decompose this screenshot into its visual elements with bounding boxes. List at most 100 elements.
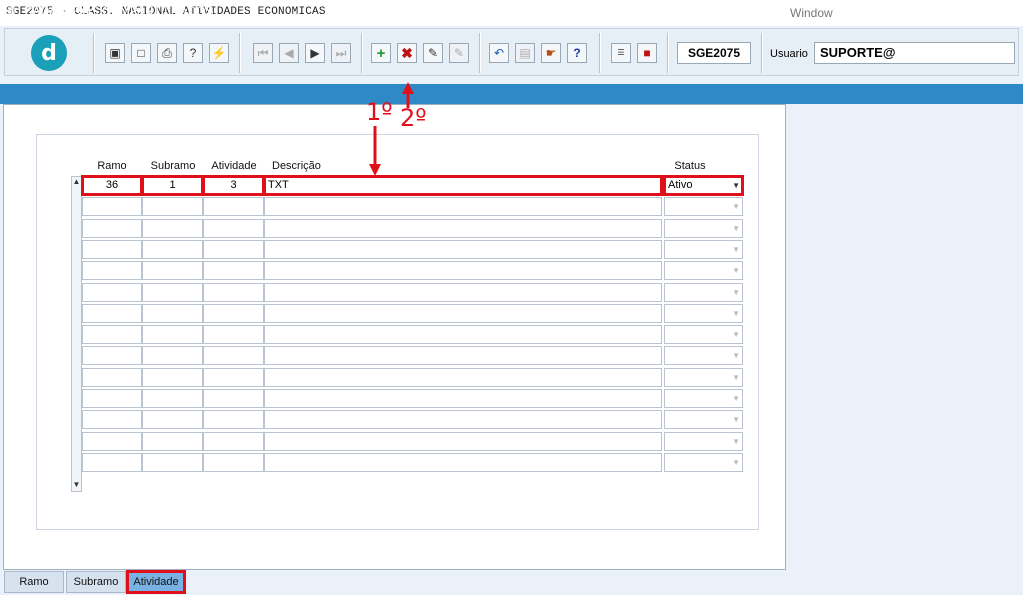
chevron-down-icon[interactable]: ▼	[732, 241, 740, 258]
chevron-down-icon[interactable]: ▼	[732, 220, 740, 237]
subramo-cell[interactable]	[142, 261, 203, 280]
descricao-cell[interactable]	[264, 261, 662, 280]
descricao-field[interactable]: TXT	[263, 175, 663, 196]
ramo-cell[interactable]	[82, 283, 142, 302]
chevron-down-icon[interactable]: ▼	[732, 369, 740, 386]
status-select[interactable]: Ativo ▼	[663, 175, 744, 196]
grid-scrollbar[interactable]	[71, 176, 82, 492]
menu-icon[interactable]: ☰	[611, 43, 631, 63]
descricao-cell[interactable]	[264, 219, 662, 238]
descricao-cell[interactable]	[264, 410, 662, 429]
chevron-down-icon[interactable]: ▼	[732, 177, 740, 194]
subramo-cell[interactable]	[142, 240, 203, 259]
status-cell[interactable]: ▼	[664, 346, 743, 365]
ramo-cell[interactable]	[82, 389, 142, 408]
atividade-cell[interactable]	[203, 261, 264, 280]
atividade-cell[interactable]	[203, 240, 264, 259]
descricao-cell[interactable]	[264, 197, 662, 216]
window-icon[interactable]: □	[131, 43, 151, 63]
status-cell[interactable]: ▼	[664, 304, 743, 323]
subramo-cell[interactable]	[142, 410, 203, 429]
chevron-down-icon[interactable]: ▼	[732, 284, 740, 301]
subramo-cell[interactable]	[142, 346, 203, 365]
atividade-field[interactable]: 3	[202, 175, 265, 196]
descricao-cell[interactable]	[264, 240, 662, 259]
chevron-down-icon[interactable]: ▼	[732, 433, 740, 450]
ramo-cell[interactable]	[82, 261, 142, 280]
atividade-cell[interactable]	[203, 432, 264, 451]
delete-record-icon[interactable]: ✖	[397, 43, 417, 63]
chevron-down-icon[interactable]: ▼	[732, 326, 740, 343]
status-cell[interactable]: ▼	[664, 368, 743, 387]
atividade-cell[interactable]	[203, 453, 264, 472]
tab-ramo[interactable]: Ramo	[4, 571, 64, 593]
descricao-cell[interactable]	[264, 389, 662, 408]
edit-icon[interactable]: ☛	[541, 43, 561, 63]
insert-record-icon[interactable]: +	[371, 43, 391, 63]
query-icon[interactable]: ?	[183, 43, 203, 63]
status-cell[interactable]: ▼	[664, 453, 743, 472]
ramo-field[interactable]: 36	[81, 175, 143, 196]
scroll-down-icon[interactable]: ▼	[71, 480, 82, 489]
next-record-icon[interactable]: ▶	[305, 43, 325, 63]
subramo-cell[interactable]	[142, 283, 203, 302]
descricao-cell[interactable]	[264, 368, 662, 387]
scroll-up-icon[interactable]: ▲	[71, 177, 82, 186]
duplicate-record-icon[interactable]: ✎	[423, 43, 443, 63]
ramo-cell[interactable]	[82, 368, 142, 387]
subramo-cell[interactable]	[142, 197, 203, 216]
tab-atividade[interactable]: Atividade	[126, 570, 186, 594]
tab-subramo[interactable]: Subramo	[66, 571, 126, 593]
atividade-cell[interactable]	[203, 368, 264, 387]
status-cell[interactable]: ▼	[664, 240, 743, 259]
atividade-cell[interactable]	[203, 346, 264, 365]
previous-record-icon[interactable]: ◀	[279, 43, 299, 63]
ramo-cell[interactable]	[82, 240, 142, 259]
atividade-cell[interactable]	[203, 304, 264, 323]
atividade-cell[interactable]	[203, 219, 264, 238]
exit-icon[interactable]: ■	[637, 43, 657, 63]
chevron-down-icon[interactable]: ▼	[732, 262, 740, 279]
subramo-cell[interactable]	[142, 325, 203, 344]
status-cell[interactable]: ▼	[664, 325, 743, 344]
descricao-cell[interactable]	[264, 432, 662, 451]
subramo-cell[interactable]	[142, 368, 203, 387]
ramo-cell[interactable]	[82, 304, 142, 323]
chevron-down-icon[interactable]: ▼	[732, 347, 740, 364]
ramo-cell[interactable]	[82, 453, 142, 472]
chevron-down-icon[interactable]: ▼	[732, 390, 740, 407]
status-cell[interactable]: ▼	[664, 283, 743, 302]
chevron-down-icon[interactable]: ▼	[732, 305, 740, 322]
subramo-cell[interactable]	[142, 389, 203, 408]
chevron-down-icon[interactable]: ▼	[732, 411, 740, 428]
atividade-cell[interactable]	[203, 389, 264, 408]
descricao-cell[interactable]	[264, 304, 662, 323]
subramo-cell[interactable]	[142, 304, 203, 323]
atividade-cell[interactable]	[203, 325, 264, 344]
subramo-cell[interactable]	[142, 219, 203, 238]
clear-record-icon[interactable]: ✎	[449, 43, 469, 63]
status-cell[interactable]: ▼	[664, 197, 743, 216]
undo-icon[interactable]: ↶	[489, 43, 509, 63]
window-menu[interactable]: Window	[790, 6, 833, 20]
subramo-cell[interactable]	[142, 453, 203, 472]
descricao-cell[interactable]	[264, 283, 662, 302]
last-record-icon[interactable]: ⏭	[331, 43, 351, 63]
help-icon[interactable]: ?	[567, 43, 587, 63]
descricao-cell[interactable]	[264, 325, 662, 344]
ramo-cell[interactable]	[82, 197, 142, 216]
descricao-cell[interactable]	[264, 453, 662, 472]
atividade-cell[interactable]	[203, 283, 264, 302]
chevron-down-icon[interactable]: ▼	[732, 454, 740, 471]
first-record-icon[interactable]: ⏮	[253, 43, 273, 63]
subramo-cell[interactable]	[142, 432, 203, 451]
subramo-field[interactable]: 1	[141, 175, 204, 196]
descricao-cell[interactable]	[264, 346, 662, 365]
status-cell[interactable]: ▼	[664, 219, 743, 238]
ramo-cell[interactable]	[82, 432, 142, 451]
execute-query-icon[interactable]: ⚡	[209, 43, 229, 63]
status-cell[interactable]: ▼	[664, 432, 743, 451]
ramo-cell[interactable]	[82, 410, 142, 429]
ramo-cell[interactable]	[82, 346, 142, 365]
status-cell[interactable]: ▼	[664, 410, 743, 429]
